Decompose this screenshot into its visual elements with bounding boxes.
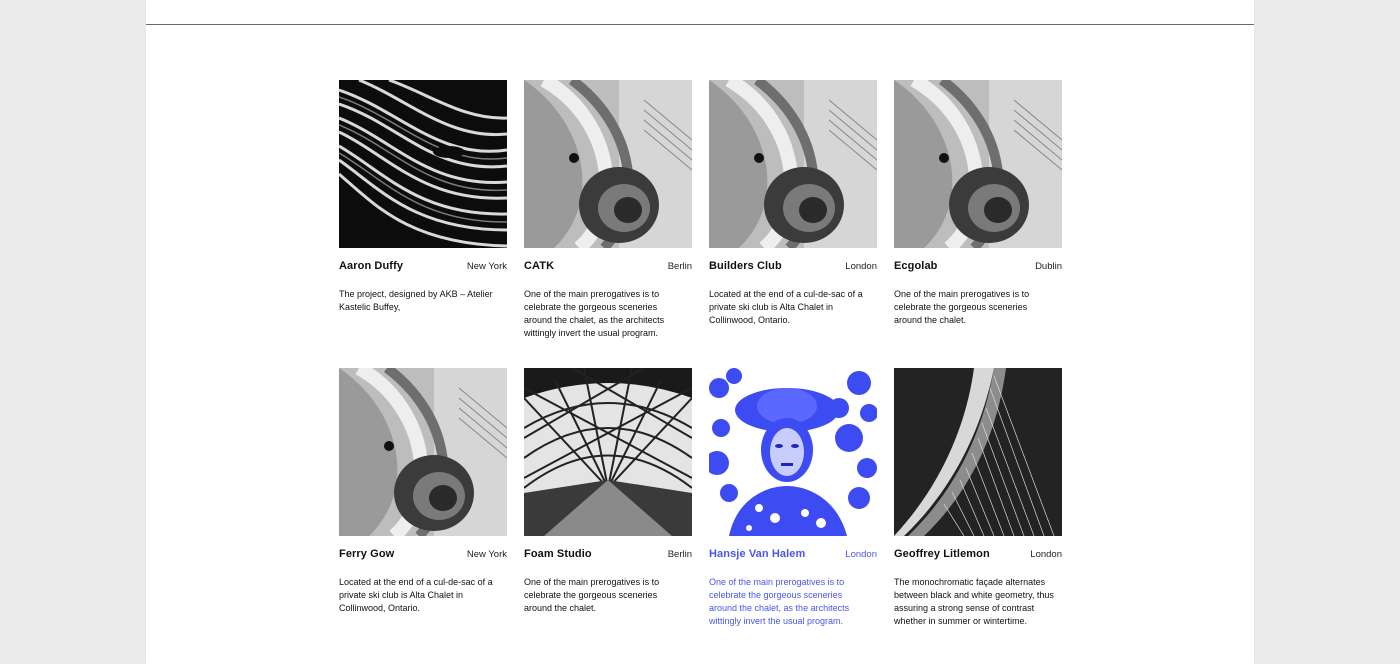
project-description: The project, designed by AKB – Atelier K… [339, 289, 493, 312]
cable-tower-image [894, 368, 1062, 536]
project-name[interactable]: Aaron Duffy [339, 260, 403, 272]
top-bar [146, 0, 1254, 25]
project-description: One of the main prerogatives is to celeb… [524, 289, 665, 338]
project-description: One of the main prerogatives is to celeb… [709, 577, 850, 626]
project-city: Berlin [667, 549, 692, 560]
project-city: New York [466, 549, 507, 560]
project-card-active[interactable]: Hansje Van Halem London One of the main … [709, 368, 877, 656]
project-city: Berlin [667, 261, 692, 272]
project-card[interactable]: Foam Studio Berlin One of the main prero… [524, 368, 692, 656]
project-image[interactable] [709, 80, 877, 248]
spiral-staircase-image [524, 80, 692, 248]
project-description: Located at the end of a cul-de-sac of a … [709, 289, 863, 325]
project-city: London [845, 261, 877, 272]
page: Aaron Duffy New York The project, design… [146, 0, 1254, 664]
project-image[interactable] [894, 368, 1062, 536]
project-description: One of the main prerogatives is to celeb… [894, 289, 1030, 325]
project-name[interactable]: Ferry Gow [339, 548, 394, 560]
project-card[interactable]: Builders Club London Located at the end … [709, 80, 877, 368]
project-image[interactable] [894, 80, 1062, 248]
project-name[interactable]: Foam Studio [524, 548, 592, 560]
spiral-staircase-image [894, 80, 1062, 248]
project-name[interactable]: Hansje Van Halem [709, 548, 805, 560]
project-image[interactable] [524, 80, 692, 248]
project-name[interactable]: Builders Club [709, 260, 782, 272]
project-card[interactable]: CATK Berlin One of the main prerogatives… [524, 80, 692, 368]
project-city: Dublin [1035, 261, 1062, 272]
project-city: London [1030, 549, 1062, 560]
project-description: The monochromatic façade alternates betw… [894, 577, 1054, 626]
project-description: One of the main prerogatives is to celeb… [524, 577, 660, 613]
project-image[interactable] [709, 368, 877, 536]
project-card[interactable]: Ecgolab Dublin One of the main prerogati… [894, 80, 1062, 368]
spiral-staircase-image [709, 80, 877, 248]
project-image[interactable] [524, 368, 692, 536]
spiral-staircase-image [339, 368, 507, 536]
project-image[interactable] [339, 368, 507, 536]
glass-dome-image [524, 368, 692, 536]
project-description: Located at the end of a cul-de-sac of a … [339, 577, 493, 613]
project-name[interactable]: Geoffrey Litlemon [894, 548, 990, 560]
project-card[interactable]: Aaron Duffy New York The project, design… [339, 80, 507, 368]
project-city: London [845, 549, 877, 560]
project-grid: Aaron Duffy New York The project, design… [339, 80, 1062, 656]
project-city: New York [466, 261, 507, 272]
project-name[interactable]: Ecgolab [894, 260, 938, 272]
project-name[interactable]: CATK [524, 260, 554, 272]
project-card[interactable]: Ferry Gow New York Located at the end of… [339, 368, 507, 656]
project-image[interactable] [339, 80, 507, 248]
curved-slats-image [339, 80, 507, 248]
woman-in-hat-image [709, 368, 877, 536]
project-card[interactable]: Geoffrey Litlemon London The monochromat… [894, 368, 1062, 656]
